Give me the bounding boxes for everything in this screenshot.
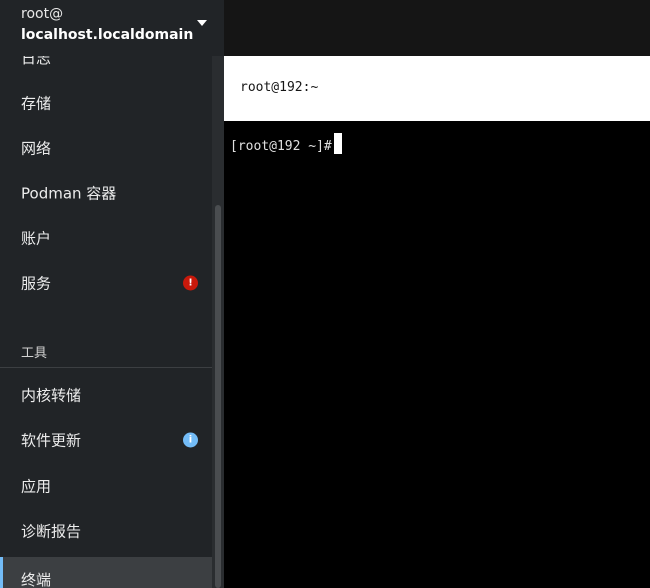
terminal-title: root@192:~ [240,80,319,95]
nav-item-kdump[interactable]: 内核转储 [0,373,212,417]
nav-item-label: 网络 [21,139,52,158]
top-bar [224,0,650,56]
nav-item-networking[interactable]: 网络 [0,126,212,170]
nav-item-podman[interactable]: Podman 容器 [0,171,212,215]
terminal-cursor [334,133,342,154]
nav-item-label: 应用 [21,477,52,496]
host-switcher[interactable]: root@ localhost.localdomain [0,0,224,56]
nav-item-terminal[interactable]: 终端 [0,557,212,588]
nav-item-label: 软件更新 [21,431,82,450]
caret-down-icon[interactable] [197,20,207,26]
error-icon: ! [183,275,198,291]
nav-item-label: 诊断报告 [21,522,82,541]
nav-item-label: 服务 [21,274,52,293]
nav-item-software-updates[interactable]: 软件更新 i [0,418,212,462]
nav-item-label: 内核转储 [21,386,82,405]
terminal-header: root@192:~ [224,56,650,121]
nav-item-applications[interactable]: 应用 [0,464,212,508]
section-divider [0,367,212,368]
nav-item-label: 账户 [21,229,52,248]
nav-item-services[interactable]: 服务 ! [0,261,212,305]
nav-item-label: 终端 [21,571,52,588]
host-user: root@ [21,6,64,22]
sidebar-scrollbar-thumb[interactable] [215,205,221,588]
terminal-prompt: [root@192 ~]# [230,139,340,154]
sidebar: root@ localhost.localdomain 日志 存储 网络 Pod… [0,0,224,588]
host-name: localhost.localdomain [21,27,194,43]
info-icon: i [183,432,198,448]
nav-item-storage[interactable]: 存储 [0,81,212,125]
nav-item-accounts[interactable]: 账户 [0,216,212,260]
terminal-screen[interactable]: [root@192 ~]# [224,121,650,588]
nav-item-label: Podman 容器 [21,184,117,203]
tools-heading: 工具 [21,346,48,361]
nav-item-label: 存储 [21,94,52,113]
nav-item-diagnostics[interactable]: 诊断报告 [0,509,212,553]
